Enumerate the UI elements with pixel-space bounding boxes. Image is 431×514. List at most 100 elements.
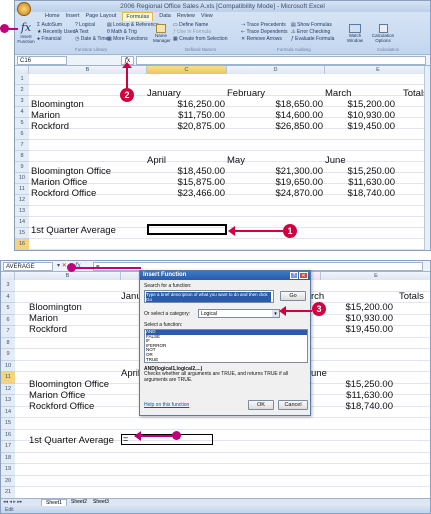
partial-april: April xyxy=(121,368,141,379)
logical-button[interactable]: ? Logical xyxy=(75,22,108,29)
dialog-help-icon[interactable]: ? xyxy=(290,272,298,279)
row-header[interactable]: 7 xyxy=(15,140,29,151)
vertical-scrollbar[interactable] xyxy=(424,66,430,250)
row-header[interactable]: 16 xyxy=(1,429,15,441)
cell-feb-marion: $14,600.00 xyxy=(275,110,323,121)
row-header[interactable]: 21 xyxy=(1,487,15,499)
tab-view[interactable]: View xyxy=(201,12,213,21)
row-header[interactable]: 1 xyxy=(15,74,29,85)
search-input[interactable]: Type a brief description of what you wan… xyxy=(144,290,274,303)
row-header[interactable]: 16 xyxy=(15,239,29,250)
row-header[interactable]: 4 xyxy=(15,107,29,118)
financial-button[interactable]: ● Financial xyxy=(37,36,75,43)
row-header[interactable]: 7 xyxy=(1,326,15,338)
ok-button[interactable]: OK xyxy=(248,400,274,410)
dropdown-icon[interactable]: ▾ xyxy=(57,263,60,269)
row-header[interactable]: 11 xyxy=(1,372,15,384)
evaluate-formula-button[interactable]: ƒ Evaluate Formula xyxy=(291,36,334,43)
sheet-tab-sheet2[interactable]: Sheet2 xyxy=(67,499,91,505)
tab-formulas[interactable]: Formulas xyxy=(122,12,154,21)
column-header-e[interactable]: E xyxy=(325,66,430,74)
fx-icon: fx xyxy=(20,21,32,34)
date-time-button[interactable]: ◷ Date & Time xyxy=(75,36,108,43)
column-header-e-bottom[interactable]: E xyxy=(321,272,430,280)
selected-cell-c16[interactable] xyxy=(147,224,227,235)
office-button[interactable] xyxy=(17,2,31,16)
row-header[interactable]: 14 xyxy=(15,217,29,228)
math-button[interactable]: θ Math & Trig xyxy=(107,29,159,36)
function-list[interactable]: AND FALSE IF IFERROR NOT OR TRUE xyxy=(144,329,308,363)
row-header[interactable]: 11 xyxy=(15,184,29,195)
sheet-tab-sheet3[interactable]: Sheet3 xyxy=(89,499,113,505)
row-header[interactable]: 2 xyxy=(15,85,29,96)
tab-page-layout[interactable]: Page Layout xyxy=(85,12,116,21)
function-item-true[interactable]: TRUE xyxy=(146,357,307,363)
row-header[interactable]: 5 xyxy=(15,118,29,129)
row-header[interactable]: 6 xyxy=(15,129,29,140)
row-header[interactable]: 8 xyxy=(1,337,15,349)
more-functions-button[interactable]: ▦ More Functions xyxy=(107,36,159,43)
name-box-bottom[interactable]: AVERAGE xyxy=(3,262,53,271)
row-header[interactable]: 18 xyxy=(1,452,15,464)
go-button[interactable]: Go xyxy=(280,291,306,301)
column-header-b-bottom[interactable]: B xyxy=(15,272,121,280)
row-header[interactable]: 10 xyxy=(15,173,29,184)
create-from-selection-button[interactable]: ▦ Create from Selection xyxy=(173,36,227,43)
row-header[interactable]: 13 xyxy=(1,395,15,407)
remove-arrows-button[interactable]: ✕ Remove Arrows xyxy=(241,36,287,43)
row-header[interactable]: 9 xyxy=(15,162,29,173)
row-header[interactable]: 6 xyxy=(1,314,15,326)
insert-function-button[interactable]: fx Insert Function xyxy=(17,22,35,48)
formula-input[interactable] xyxy=(136,56,426,65)
category-select[interactable]: Logical ▾ xyxy=(198,309,280,318)
row-header[interactable]: 17 xyxy=(15,250,29,251)
search-label: Search for a function: xyxy=(144,283,192,289)
use-in-formula-button[interactable]: ƒ Use in Formula xyxy=(173,29,227,36)
row-header[interactable]: 12 xyxy=(15,195,29,206)
row-header[interactable]: 9 xyxy=(1,349,15,361)
arrowhead-equals-icon xyxy=(134,431,141,441)
name-box[interactable]: C16 xyxy=(17,56,67,65)
active-cell-value: = xyxy=(123,434,129,444)
name-manager-button[interactable]: Name Manager xyxy=(153,24,171,43)
tab-home[interactable]: Home xyxy=(45,12,60,21)
row-header[interactable]: 10 xyxy=(1,360,15,372)
column-header-d[interactable]: D xyxy=(227,66,325,74)
row-header[interactable]: 15 xyxy=(15,228,29,239)
show-formulas-button[interactable]: ▤ Show Formulas xyxy=(291,22,334,29)
define-name-button[interactable]: ▭ Define Name xyxy=(173,22,227,29)
row-header[interactable]: 8 xyxy=(15,151,29,162)
trace-dependents-button[interactable]: ⇠ Trace Dependents xyxy=(241,29,287,36)
row-header[interactable]: 14 xyxy=(1,406,15,418)
trace-precedents-button[interactable]: ⇢ Trace Precedents xyxy=(241,22,287,29)
tab-data[interactable]: Data xyxy=(159,12,171,21)
row-header[interactable]: 5 xyxy=(1,303,15,315)
row-header[interactable]: 20 xyxy=(1,475,15,487)
cancel-x-icon[interactable]: ✕ xyxy=(62,263,67,269)
row-header[interactable]: 15 xyxy=(1,418,15,430)
row-header[interactable]: 3 xyxy=(1,280,15,292)
error-checking-button[interactable]: ⚠ Error Checking xyxy=(291,29,334,36)
tab-nav-arrows-icon[interactable]: ◂◂ ◂ ▸ ▸▸ xyxy=(3,499,22,505)
lookup-button[interactable]: ▤ Lookup & Reference xyxy=(107,22,159,29)
help-link[interactable]: Help on this function xyxy=(144,402,189,408)
insert-function-dialog: Insert Function ? ✕ Search for a functio… xyxy=(139,270,311,416)
text-button[interactable]: A Text xyxy=(75,29,108,36)
row-header[interactable]: 3 xyxy=(15,96,29,107)
row-header[interactable]: 19 xyxy=(1,464,15,476)
recently-used-button[interactable]: ★ Recently Used xyxy=(37,29,75,36)
column-header-c[interactable]: C xyxy=(147,66,227,74)
cancel-button[interactable]: Cancel xyxy=(278,400,308,410)
autosum-button[interactable]: Σ AutoSum xyxy=(37,22,75,29)
tab-insert[interactable]: Insert xyxy=(66,12,80,21)
row-header[interactable]: 13 xyxy=(15,206,29,217)
row-header[interactable]: 17 xyxy=(1,441,15,453)
row-header[interactable]: 12 xyxy=(1,383,15,395)
grid-row-line xyxy=(29,140,424,151)
label-marion-bottom: Marion xyxy=(29,313,59,324)
tab-review[interactable]: Review xyxy=(177,12,195,21)
row-header[interactable]: 4 xyxy=(1,291,15,303)
dialog-close-icon[interactable]: ✕ xyxy=(299,272,308,279)
watch-window-button[interactable]: Watch Window xyxy=(345,24,365,43)
calculation-options-button[interactable]: Calculation Options xyxy=(370,24,396,43)
